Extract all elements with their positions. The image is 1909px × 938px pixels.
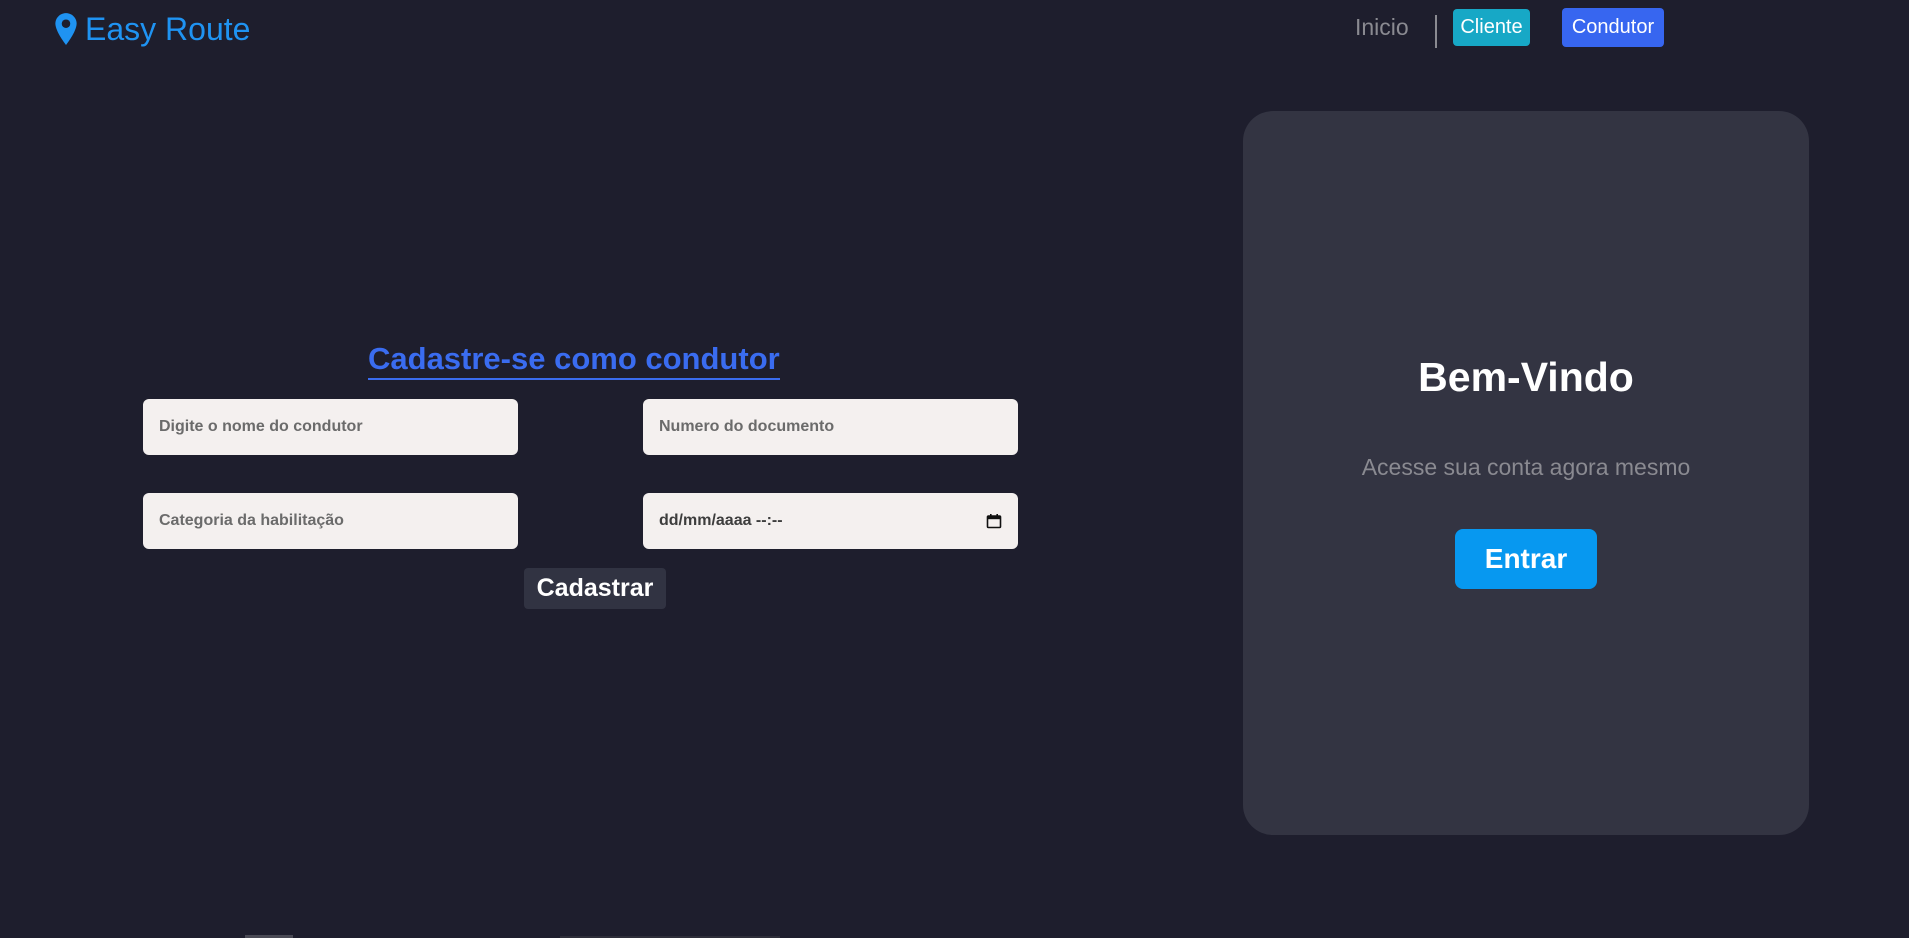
cadastrar-button[interactable]: Cadastrar (524, 568, 666, 609)
welcome-card: Bem-Vindo Acesse sua conta agora mesmo E… (1243, 111, 1809, 835)
driver-name-input[interactable] (143, 399, 518, 455)
brand-name: Easy Route (85, 11, 251, 47)
nav-divider (1435, 15, 1437, 48)
cliente-button[interactable]: Cliente (1453, 9, 1530, 46)
license-category-input[interactable] (143, 493, 518, 549)
map-pin-icon (55, 13, 77, 45)
nav-link-inicio[interactable]: Inicio (1355, 13, 1409, 41)
brand-logo-link[interactable]: Easy Route (53, 11, 250, 47)
form-title: Cadastre-se como condutor (368, 340, 780, 380)
entrar-button[interactable]: Entrar (1455, 529, 1597, 589)
document-number-input[interactable] (643, 399, 1018, 455)
datetime-input[interactable]: dd/mm/aaaa --:-- (643, 493, 1018, 549)
condutor-button[interactable]: Condutor (1562, 8, 1664, 47)
datetime-placeholder: dd/mm/aaaa --:-- (659, 512, 783, 529)
calendar-icon[interactable] (986, 513, 1002, 529)
welcome-title: Bem-Vindo (1418, 354, 1634, 400)
page: Easy Route Inicio Cliente Condutor Cadas… (0, 0, 1909, 938)
welcome-subtitle: Acesse sua conta agora mesmo (1361, 454, 1691, 480)
